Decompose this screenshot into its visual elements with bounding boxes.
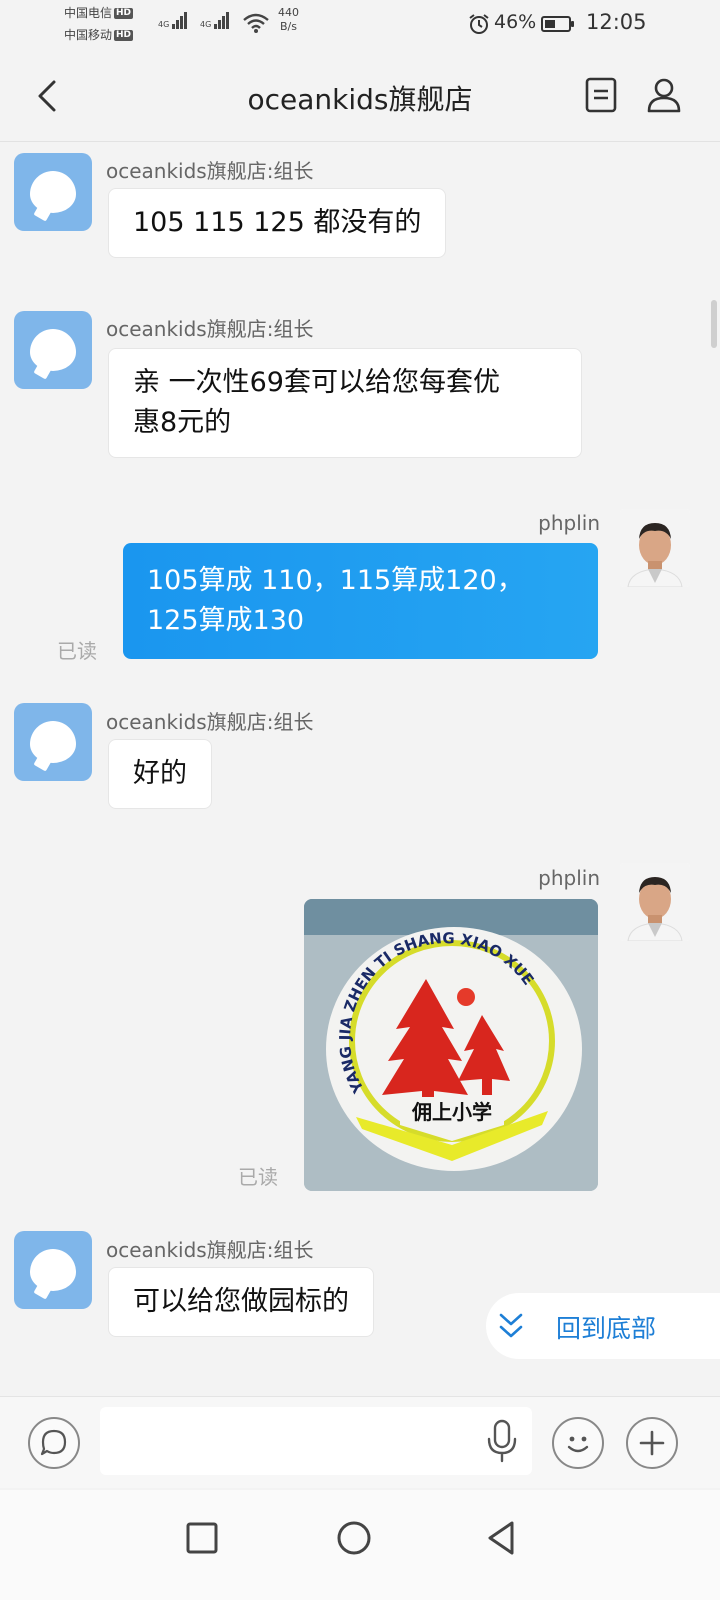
user-avatar[interactable] [620,863,690,941]
chat-bubble-icon [40,1429,67,1456]
system-navigation-bar [0,1490,720,1600]
back-triangle-icon[interactable] [476,1512,528,1564]
school-badge-photo: YANG JIA ZHEN TI SHANG XIAO XUE 佣上小学 [304,899,598,1191]
sender-name: phplin [538,511,600,535]
message-text: 亲 一次性69套可以给您每套优 [133,367,500,398]
image-message[interactable]: YANG JIA ZHEN TI SHANG XIAO XUE 佣上小学 [304,899,598,1191]
user-photo [620,863,690,941]
battery-icon [541,16,574,32]
message-bubble[interactable]: 105 115 125 都没有的 [108,188,447,258]
shop-avatar[interactable] [14,153,92,231]
wifi-icon [243,13,269,33]
alarm-icon [469,14,489,34]
badge-banner-text: 佣上小学 [411,1100,492,1124]
carrier-2-label: 中国移动 [64,28,113,42]
carrier-1-label: 中国电信 [64,6,113,20]
sender-name: phplin [538,866,600,890]
smiley-icon [567,1436,589,1453]
message-bubble[interactable]: 可以给您做园标的 [108,1267,374,1337]
voice-chat-toggle-button[interactable] [28,1417,80,1469]
speed-value: 440 [278,6,299,19]
shop-avatar[interactable] [14,311,92,389]
recent-apps-icon[interactable] [176,1512,228,1564]
read-status: 已读 [57,639,97,663]
clock: 12:05 [586,10,647,34]
plus-icon [639,1430,665,1456]
person-icon[interactable] [646,77,682,113]
user-avatar[interactable] [620,509,690,587]
hd-badge: HD [114,8,134,19]
message-bubble[interactable]: 好的 [108,739,212,809]
sender-name: oceankids旗舰店:组长 [106,1238,314,1262]
network-speed: 440 B/s [278,6,299,34]
chat-screen: 中国电信HD 中国移动HD 4G 4G 440 B/s 46% 12:05 [0,0,720,1600]
hd-badge: HD [114,30,134,41]
back-to-bottom-button[interactable]: 回到底部 [486,1293,720,1359]
battery-percent: 46% [494,11,537,33]
shop-avatar[interactable] [14,703,92,781]
double-chevron-down-icon [499,1313,523,1338]
back-to-bottom-label: 回到底部 [556,1314,657,1343]
read-status: 已读 [238,1165,278,1189]
chat-bubble-icon [30,1249,76,1291]
chat-bubble-icon [30,171,76,213]
battery-level [545,20,555,28]
message-text: 125算成130 [147,605,305,636]
user-photo [620,509,690,587]
shop-avatar[interactable] [14,1231,92,1309]
message-list[interactable]: oceankids旗舰店:组长 105 115 125 都没有的 oceanki… [0,143,720,1423]
status-bar: 中国电信 HD 中国移动 HD 4G 4G 440 B/s 46% 12:05 [0,0,720,50]
message-bubble[interactable]: 亲 一次性69套可以给您每套优 惠8元的 [108,348,582,458]
home-icon[interactable] [328,1512,380,1564]
speed-unit: B/s [280,20,297,33]
scrollbar[interactable] [711,300,717,348]
emoji-button[interactable] [552,1417,604,1469]
carrier-2: 中国移动 HD [64,27,134,43]
chat-bubble-icon [30,721,76,763]
signal-icon: 4G [200,12,230,29]
input-bar [0,1396,720,1488]
carrier-1: 中国电信 HD [64,5,134,21]
network-type-label: 4G [200,20,212,29]
chat-bubble-icon [30,329,76,371]
more-options-button[interactable] [626,1417,678,1469]
document-icon[interactable] [584,77,618,113]
microphone-icon[interactable] [485,1419,519,1463]
message-text: 惠8元的 [133,407,232,438]
message-bubble[interactable]: 105算成 110，115算成120， 125算成130 [123,543,598,659]
sender-name: oceankids旗舰店:组长 [106,317,314,341]
message-text: 好的 [133,758,187,789]
message-text: 105算成 110，115算成120， [147,565,524,596]
signal-icon: 4G [158,12,188,29]
network-type-label: 4G [158,20,170,29]
message-text: 可以给您做园标的 [133,1286,349,1317]
message-input[interactable] [100,1407,532,1475]
message-text: 105 115 125 都没有的 [133,207,422,238]
title-bar: oceankids旗舰店 [0,50,720,142]
sender-name: oceankids旗舰店:组长 [106,159,314,183]
sender-name: oceankids旗舰店:组长 [106,710,314,734]
